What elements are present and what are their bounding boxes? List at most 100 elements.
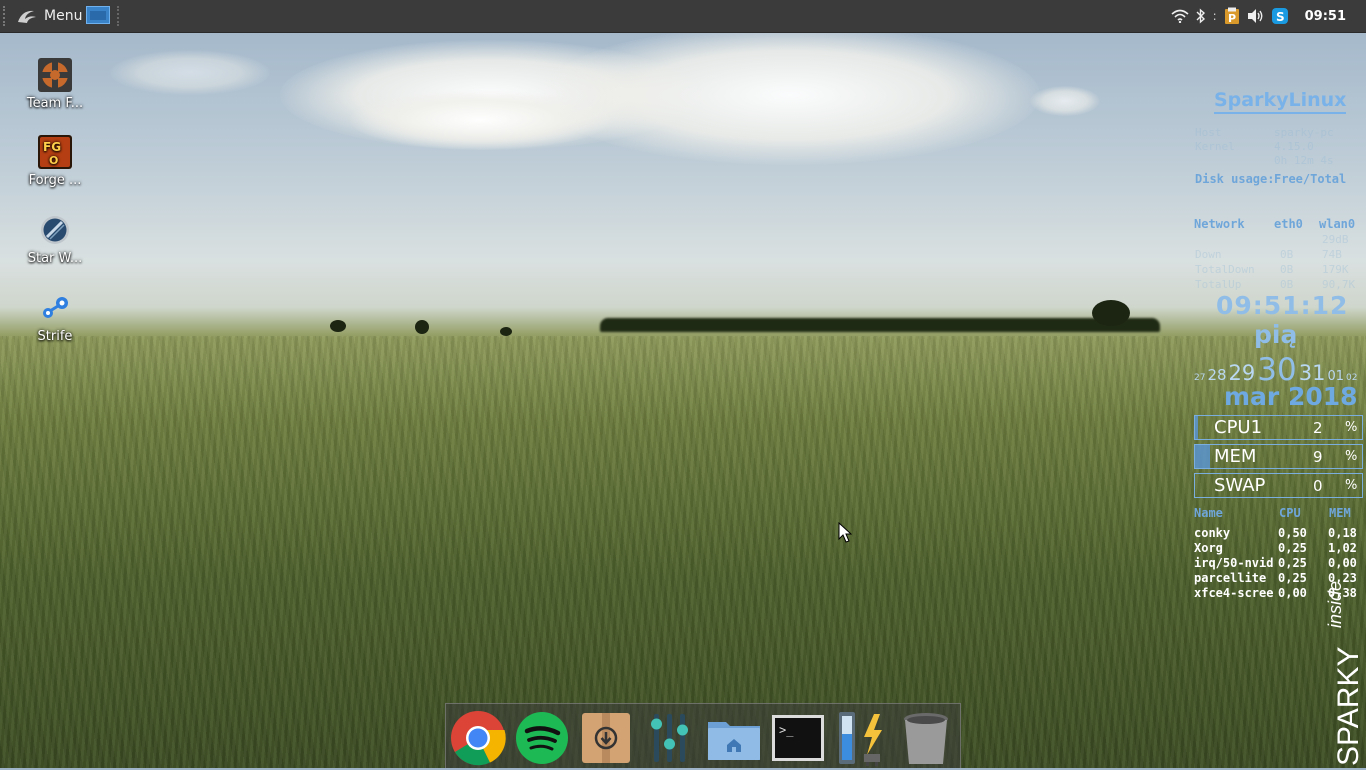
bar-unit: % <box>1345 449 1358 464</box>
conky-title: SparkyLinux <box>1214 89 1347 114</box>
wallpaper-cloud <box>540 25 1040 165</box>
process-name: parcellite <box>1194 571 1267 585</box>
process-name: xfce4-scree <box>1194 586 1274 600</box>
wallpaper-cloud <box>110 50 270 95</box>
process-mem: 0,00 <box>1328 556 1357 570</box>
panel-grip[interactable] <box>3 6 8 26</box>
svg-text:>_: >_ <box>779 723 794 737</box>
desktop-icon-label: Star W... <box>27 251 83 266</box>
bluetooth-icon[interactable] <box>1195 7 1207 25</box>
calendar-day: 27 <box>1194 373 1206 383</box>
process-name: conky <box>1194 526 1231 540</box>
terminal-icon[interactable]: >_ <box>770 710 826 766</box>
cpu-usage-fill <box>1195 416 1199 439</box>
swap-usage-bar: SWAP 0 % <box>1194 473 1363 498</box>
workspace-switcher[interactable] <box>86 6 110 24</box>
skype-icon[interactable]: S <box>1271 7 1289 25</box>
menu-button[interactable]: Menu <box>16 5 82 27</box>
conky-net-if-eth0: eth0 <box>1274 217 1303 231</box>
watermark-main: SPARKY <box>1332 647 1362 767</box>
bar-unit: % <box>1345 478 1358 493</box>
battery-power-icon[interactable] <box>834 710 890 766</box>
team-fortress-icon <box>38 58 72 92</box>
process-name: irq/50-nvid <box>1194 556 1274 570</box>
process-mem: 0,18 <box>1328 526 1357 540</box>
panel-clock[interactable]: 09:51 <box>1305 9 1346 24</box>
svg-text:S: S <box>1276 10 1285 24</box>
desktop-icon-strife[interactable]: Strife <box>5 291 105 344</box>
archive-manager-icon[interactable] <box>578 710 634 766</box>
bar-value: 0 <box>1313 477 1323 495</box>
conky-widget: SparkyLinux Host sparky-pc Kernel 4.15.0… <box>1190 86 1366 606</box>
proc-header-cpu: CPU <box>1279 506 1301 520</box>
desktop-icon-label: Strife <box>37 329 73 344</box>
svg-text:O: O <box>49 154 58 167</box>
wallpaper-cloud <box>350 90 610 150</box>
trash-icon[interactable] <box>898 710 954 766</box>
mem-usage-bar: MEM 9 % <box>1194 444 1363 469</box>
dock: >_ <box>445 703 961 768</box>
wallpaper-tree <box>415 320 429 334</box>
mixer-icon[interactable] <box>642 710 698 766</box>
conky-net-row-wlan0: 179K <box>1322 263 1349 276</box>
conky-disk-usage-value: Free/Total <box>1274 172 1347 186</box>
process-cpu: 0,25 <box>1278 556 1307 570</box>
conky-time: 09:51:12 <box>1216 291 1349 320</box>
conky-net-row-wlan0: 29dB <box>1322 233 1349 246</box>
conky-host-label: Host <box>1195 126 1222 139</box>
bar-name: MEM <box>1214 446 1257 467</box>
bar-name: CPU1 <box>1214 417 1263 438</box>
menu-label: Menu <box>44 8 83 24</box>
desktop-icon-label: Team F... <box>26 96 84 111</box>
conky-host-value: sparky-pc <box>1274 126 1334 139</box>
bar-value: 9 <box>1313 448 1323 466</box>
process-cpu: 0,00 <box>1278 586 1307 600</box>
chrome-icon[interactable] <box>450 710 506 766</box>
parcellite-icon[interactable]: P <box>1223 7 1241 25</box>
conky-net-row-eth0: 0B <box>1280 278 1294 291</box>
wifi-icon[interactable] <box>1171 7 1189 25</box>
conky-net-row-eth0: 0B <box>1280 263 1294 276</box>
process-name: Xorg <box>1194 541 1223 555</box>
conky-net-row-wlan0: 74B <box>1322 248 1342 261</box>
svg-text:P: P <box>1228 12 1236 25</box>
conky-kernel-label: Kernel <box>1195 140 1235 153</box>
home-folder-icon[interactable] <box>706 710 762 766</box>
wallpaper-tree <box>330 320 346 332</box>
conky-net-row-label: Down <box>1195 248 1222 261</box>
spotify-icon[interactable] <box>514 710 570 766</box>
sparky-inside-watermark: SPARKY inside <box>1325 581 1362 767</box>
star-wars-icon <box>38 213 72 247</box>
volume-icon[interactable] <box>1247 7 1265 25</box>
mouse-cursor-icon <box>838 522 852 543</box>
conky-net-row-label: TotalDown <box>1195 263 1255 276</box>
sparky-menu-icon <box>18 10 36 23</box>
svg-text:FG: FG <box>43 140 61 154</box>
system-tray: : P S 09:51 <box>1171 0 1366 32</box>
tray-separator-icon: : <box>1212 9 1217 23</box>
cpu-usage-bar: CPU1 2 % <box>1194 415 1363 440</box>
conky-net-row-label: TotalUp <box>1195 278 1242 291</box>
desktop-icon-star-wars[interactable]: Star W... <box>5 213 105 266</box>
proc-header-mem: MEM <box>1329 506 1351 520</box>
conky-net-row-eth0: 0B <box>1280 248 1294 261</box>
bar-value: 2 <box>1313 419 1323 437</box>
conky-network-label: Network <box>1194 217 1245 231</box>
process-cpu: 0,25 <box>1278 571 1307 585</box>
desktop-icon-team-fortress[interactable]: Team F... <box>5 58 105 111</box>
wallpaper-treeline <box>600 318 1160 332</box>
conky-uptime-value: 0h 12m 4s <box>1274 154 1334 167</box>
proc-header-name: Name <box>1194 506 1223 520</box>
conky-month-year: mar 2018 <box>1224 382 1358 411</box>
conky-net-row-wlan0: 90,7K <box>1322 278 1356 291</box>
conky-disk-usage-label: Disk usage: <box>1195 172 1275 186</box>
mem-usage-fill <box>1195 445 1211 468</box>
process-mem: 1,02 <box>1328 541 1357 555</box>
desktop-icon-forge[interactable]: FG O Forge ... <box>5 135 105 188</box>
conky-kernel-value: 4.15.0 <box>1274 140 1314 153</box>
top-panel: Menu : P S 09:51 <box>0 0 1366 33</box>
wallpaper-tree <box>500 327 512 336</box>
bar-name: SWAP <box>1214 475 1266 496</box>
conky-weekday: pią <box>1254 320 1298 349</box>
wallpaper-tree <box>1092 300 1130 326</box>
